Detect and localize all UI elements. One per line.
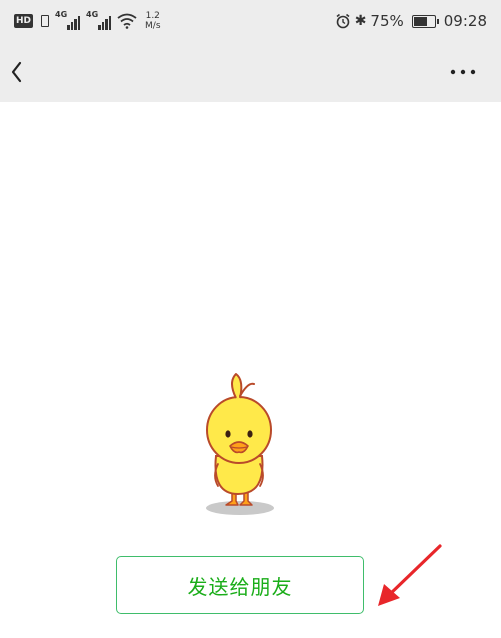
status-bar-left: HD 4G 4G 1.2 M/s: [14, 8, 161, 34]
bluetooth-icon: ✱: [354, 13, 367, 29]
hd-label: HD: [16, 16, 32, 26]
status-bar: HD 4G 4G 1.2 M/s ✱ 75% 09:28: [0, 0, 501, 42]
send-to-friend-button[interactable]: 发送给朋友: [116, 556, 364, 614]
wifi-icon: [117, 13, 137, 29]
status-bar-right: ✱ 75% 09:28: [335, 8, 487, 34]
alarm-icon: [336, 13, 350, 29]
hd-badge: HD: [14, 14, 34, 28]
battery-icon: [411, 14, 439, 28]
network-type-label: 4G: [55, 10, 68, 19]
chevron-left-icon: [11, 61, 22, 83]
network-speed-unit: M/s: [145, 21, 161, 31]
more-options-button[interactable]: [445, 52, 481, 92]
signal-strength-icon: 4G: [86, 10, 112, 30]
back-button[interactable]: [2, 52, 38, 92]
network-speed-value: 1.2: [145, 11, 160, 21]
nav-bar: [0, 42, 501, 102]
network-type-label: 4G: [86, 10, 99, 19]
red-arrow-icon: [378, 544, 442, 606]
signal-strength-icon: 4G: [55, 10, 81, 30]
sticker-image: [188, 368, 288, 518]
status-time: 09:28: [443, 12, 487, 30]
network-speed: 1.2 M/s: [145, 11, 161, 31]
battery-fill: [413, 16, 428, 26]
sim-icon: [41, 15, 50, 27]
battery-percent: 75%: [370, 12, 404, 30]
yellow-chick-sticker: [206, 373, 274, 515]
send-to-friend-label: 发送给朋友: [187, 574, 293, 599]
more-horizontal-icon: [450, 69, 476, 75]
sticker-detail-screen: HD 4G 4G 1.2 M/s ✱ 75% 09:28 发送给朋友: [0, 0, 501, 638]
